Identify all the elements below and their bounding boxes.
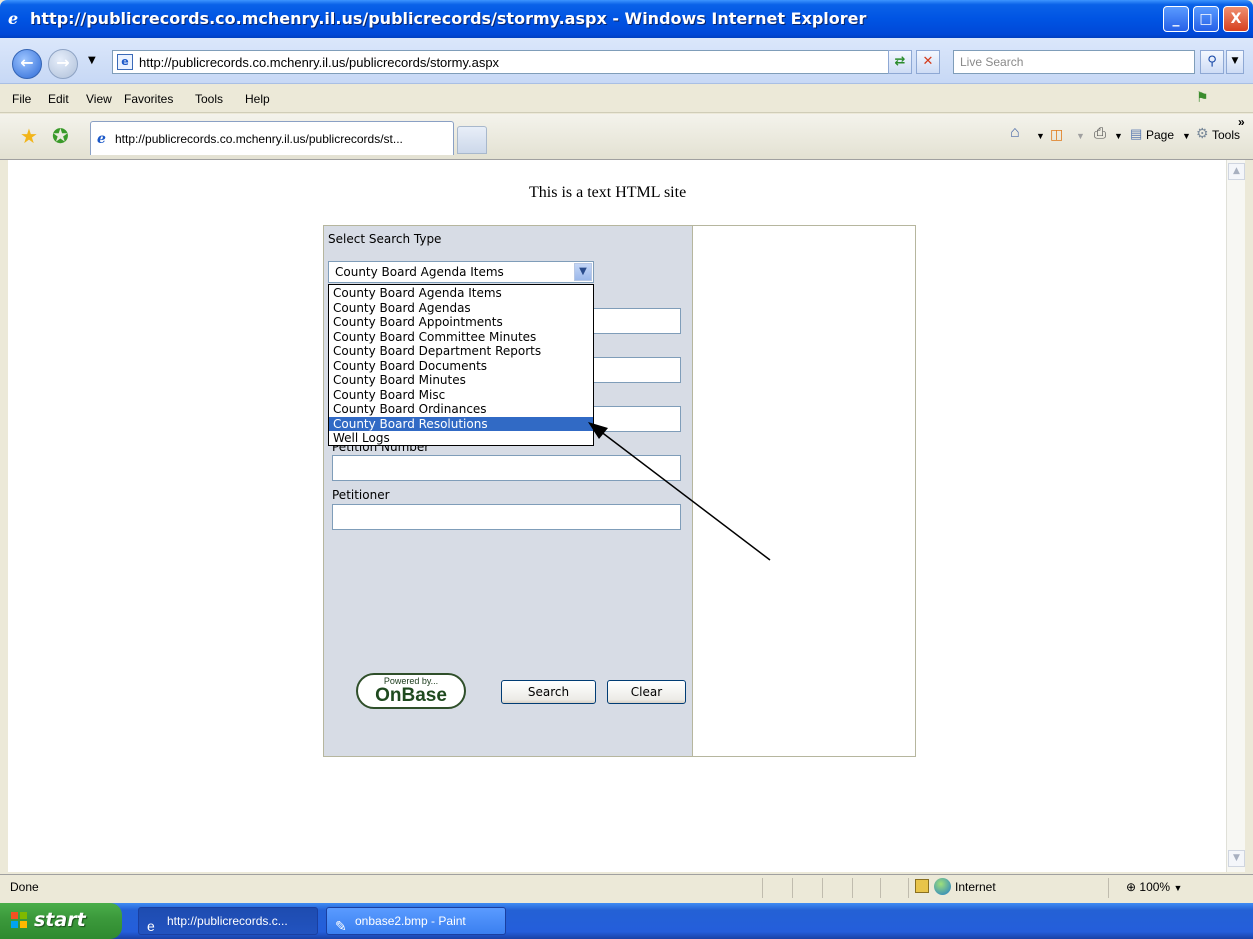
print-dropdown-icon[interactable]: ▼: [1114, 131, 1123, 141]
page-menu[interactable]: Page: [1146, 128, 1174, 142]
taskbar-item-label: onbase2.bmp - Paint: [355, 914, 466, 928]
page-heading: This is a text HTML site: [529, 184, 687, 201]
menu-tools[interactable]: Tools: [195, 92, 223, 106]
option-well-logs[interactable]: Well Logs: [329, 431, 593, 446]
taskbar-item-ie[interactable]: e http://publicrecords.c...: [138, 907, 318, 935]
gear-icon: ⚙: [1196, 125, 1209, 141]
status-divider: [1108, 878, 1109, 898]
petitioner-label: Petitioner: [332, 488, 390, 502]
start-label: start: [34, 909, 86, 931]
option-minutes[interactable]: County Board Minutes: [329, 373, 593, 388]
tab-ie-icon: e: [97, 131, 106, 147]
taskbar-item-label: http://publicrecords.c...: [167, 914, 288, 928]
tab-current[interactable]: e http://publicrecords.co.mchenry.il.us/…: [90, 121, 454, 155]
chevron-more-icon[interactable]: »: [1238, 115, 1245, 129]
vertical-scrollbar[interactable]: ▲ ▼: [1226, 160, 1245, 872]
refresh-button[interactable]: ⇄: [888, 50, 912, 74]
tab-label: http://publicrecords.co.mchenry.il.us/pu…: [115, 132, 403, 146]
stop-button[interactable]: ✕: [916, 50, 940, 74]
zoom-dropdown-icon[interactable]: ▼: [1173, 883, 1182, 893]
search-placeholder: Live Search: [960, 55, 1024, 69]
zoom-icon: ⊕: [1126, 880, 1137, 894]
option-appointments[interactable]: County Board Appointments: [329, 315, 593, 330]
window-title: http://publicrecords.co.mchenry.il.us/pu…: [30, 9, 867, 28]
search-type-value: County Board Agenda Items: [335, 265, 504, 279]
search-options-button[interactable]: ▼: [1226, 50, 1244, 74]
status-divider: [908, 878, 909, 898]
page-icon: e: [117, 54, 133, 70]
back-button[interactable]: ←: [12, 49, 42, 79]
internet-globe-icon: [934, 878, 951, 895]
onbase-wordmark: OnBase: [375, 685, 447, 706]
option-documents[interactable]: County Board Documents: [329, 359, 593, 374]
taskbar-paint-icon: ✎: [335, 918, 347, 934]
menu-view[interactable]: View: [86, 92, 112, 106]
taskbar-ie-icon: e: [147, 918, 155, 934]
option-agendas[interactable]: County Board Agendas: [329, 301, 593, 316]
zoom-level[interactable]: ⊕ 100% ▼: [1126, 880, 1182, 894]
address-url[interactable]: http://publicrecords.co.mchenry.il.us/pu…: [139, 55, 499, 70]
option-misc[interactable]: County Board Misc: [329, 388, 593, 403]
zoom-value: 100%: [1139, 880, 1171, 894]
taskbar-item-paint[interactable]: ✎ onbase2.bmp - Paint: [326, 907, 506, 935]
feeds-dropdown-icon[interactable]: ▼: [1076, 131, 1085, 141]
search-button[interactable]: Search: [501, 680, 596, 704]
maximize-button[interactable]: □: [1193, 6, 1219, 32]
select-chevron-down-icon[interactable]: ▼: [574, 263, 592, 281]
option-department-reports[interactable]: County Board Department Reports: [329, 344, 593, 359]
forward-button[interactable]: →: [48, 49, 78, 79]
search-input[interactable]: Live Search: [953, 50, 1195, 74]
select-search-type-label: Select Search Type: [328, 232, 442, 246]
status-divider: [822, 878, 823, 898]
menu-favorites[interactable]: Favorites: [124, 92, 173, 106]
protected-mode-icon[interactable]: [915, 879, 929, 893]
status-divider: [880, 878, 881, 898]
windows-logo-icon: [11, 912, 27, 928]
status-divider: [852, 878, 853, 898]
page-dropdown-icon[interactable]: ▼: [1182, 131, 1191, 141]
minimize-button[interactable]: _: [1163, 6, 1189, 32]
security-zone: Internet: [955, 880, 996, 894]
add-favorites-icon[interactable]: ✪: [52, 124, 69, 148]
scroll-up-icon[interactable]: ▲: [1228, 163, 1245, 180]
search-type-select[interactable]: County Board Agenda Items ▼: [328, 261, 594, 283]
tools-menu[interactable]: Tools: [1212, 128, 1240, 142]
status-text: Done: [10, 880, 39, 894]
menu-help[interactable]: Help: [245, 92, 270, 106]
status-bar: [0, 874, 1253, 902]
option-ordinances[interactable]: County Board Ordinances: [329, 402, 593, 417]
option-committee-minutes[interactable]: County Board Committee Minutes: [329, 330, 593, 345]
clear-button[interactable]: Clear: [607, 680, 686, 704]
new-tab-button[interactable]: [457, 126, 487, 154]
windows-flag-icon: ⚑: [1196, 90, 1209, 106]
option-resolutions[interactable]: County Board Resolutions: [329, 416, 593, 431]
scroll-down-icon[interactable]: ▼: [1228, 850, 1245, 867]
favorites-star-icon[interactable]: ★: [20, 124, 38, 148]
option-agenda-items[interactable]: County Board Agenda Items: [329, 286, 593, 301]
home-icon[interactable]: ⌂: [1010, 124, 1020, 142]
onbase-logo: Powered by... OnBase: [356, 673, 466, 709]
search-type-options[interactable]: County Board Agenda Items County Board A…: [328, 284, 594, 446]
history-dropdown-icon[interactable]: ▼: [88, 55, 96, 66]
close-button[interactable]: X: [1223, 6, 1249, 32]
menu-file[interactable]: File: [12, 92, 31, 106]
search-go-button[interactable]: ⚲: [1200, 50, 1224, 74]
annotation-arrow: [588, 422, 771, 561]
status-divider: [792, 878, 793, 898]
menu-bar: [0, 85, 1253, 113]
print-icon[interactable]: ⎙: [1094, 125, 1106, 142]
ie-icon: e: [8, 9, 19, 28]
feeds-icon[interactable]: ◫: [1050, 126, 1063, 143]
status-divider: [762, 878, 763, 898]
home-dropdown-icon[interactable]: ▼: [1036, 131, 1045, 141]
menu-edit[interactable]: Edit: [48, 92, 69, 106]
address-field[interactable]: e http://publicrecords.co.mchenry.il.us/…: [112, 50, 910, 74]
page-menu-icon: ▤: [1130, 126, 1143, 141]
